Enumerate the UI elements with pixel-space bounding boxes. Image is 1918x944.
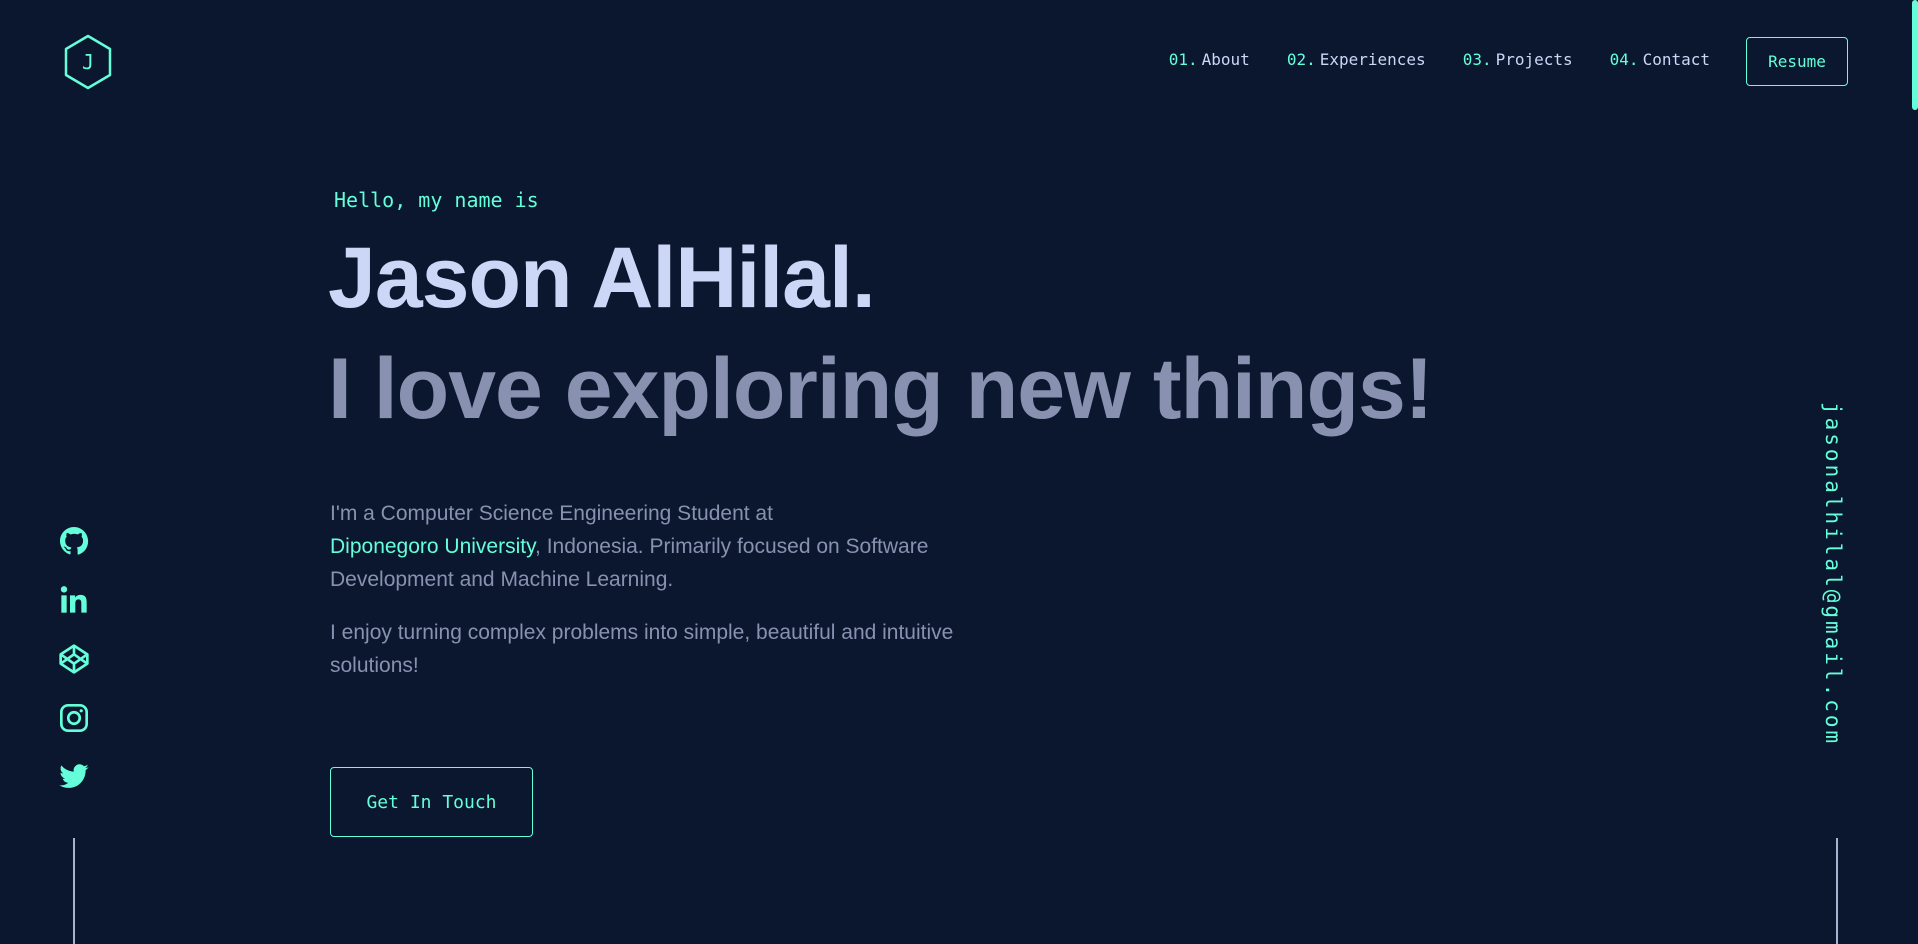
- nav-item-label: Experiences: [1319, 50, 1426, 69]
- nav-item-experiences[interactable]: 02. Experiences: [1287, 50, 1426, 69]
- instagram-icon[interactable]: [57, 702, 91, 734]
- github-icon[interactable]: [57, 525, 91, 557]
- hero-tagline: I love exploring new things!: [328, 341, 1433, 437]
- nav-item-label: About: [1201, 50, 1250, 69]
- university-link[interactable]: Diponegoro University: [330, 535, 535, 558]
- hexagon-logo-icon: J: [64, 34, 112, 90]
- right-vertical-line: [1836, 838, 1838, 944]
- nav-item-number: 02.: [1286, 50, 1316, 69]
- hero-name: Jason AlHilal.: [328, 230, 876, 326]
- left-vertical-line: [73, 838, 75, 944]
- social-links: [56, 525, 92, 793]
- hero-greeting: Hello, my name is: [334, 188, 539, 212]
- page-scrollbar[interactable]: [1912, 0, 1918, 944]
- get-in-touch-button[interactable]: Get In Touch: [330, 767, 533, 837]
- scrollbar-thumb[interactable]: [1912, 0, 1918, 110]
- main-nav: 01. About 02. Experiences 03. Projects 04. C…: [1169, 50, 1710, 69]
- nav-item-number: 04.: [1609, 50, 1639, 69]
- logo-letter: J: [82, 50, 94, 74]
- twitter-icon[interactable]: [57, 761, 91, 793]
- nav-item-about[interactable]: 01. About: [1169, 50, 1250, 69]
- email-link[interactable]: jasonalhilal@gmail.com: [1821, 402, 1845, 746]
- hero-bio-second: I enjoy turning complex problems into si…: [330, 621, 954, 677]
- nav-item-contact[interactable]: 04. Contact: [1610, 50, 1710, 69]
- nav-item-number: 01.: [1168, 50, 1198, 69]
- nav-item-number: 03.: [1462, 50, 1492, 69]
- nav-item-projects[interactable]: 03. Projects: [1463, 50, 1573, 69]
- site-logo[interactable]: J: [63, 34, 113, 90]
- nav-item-label: Projects: [1495, 50, 1573, 69]
- linkedin-icon[interactable]: [57, 584, 91, 616]
- bio-text: I'm a Computer Science Engineering Stude…: [330, 502, 773, 525]
- resume-button[interactable]: Resume: [1746, 37, 1848, 86]
- hero-bio: I'm a Computer Science Engineering Stude…: [330, 497, 970, 596]
- nav-item-label: Contact: [1642, 50, 1710, 69]
- codepen-icon[interactable]: [57, 643, 91, 675]
